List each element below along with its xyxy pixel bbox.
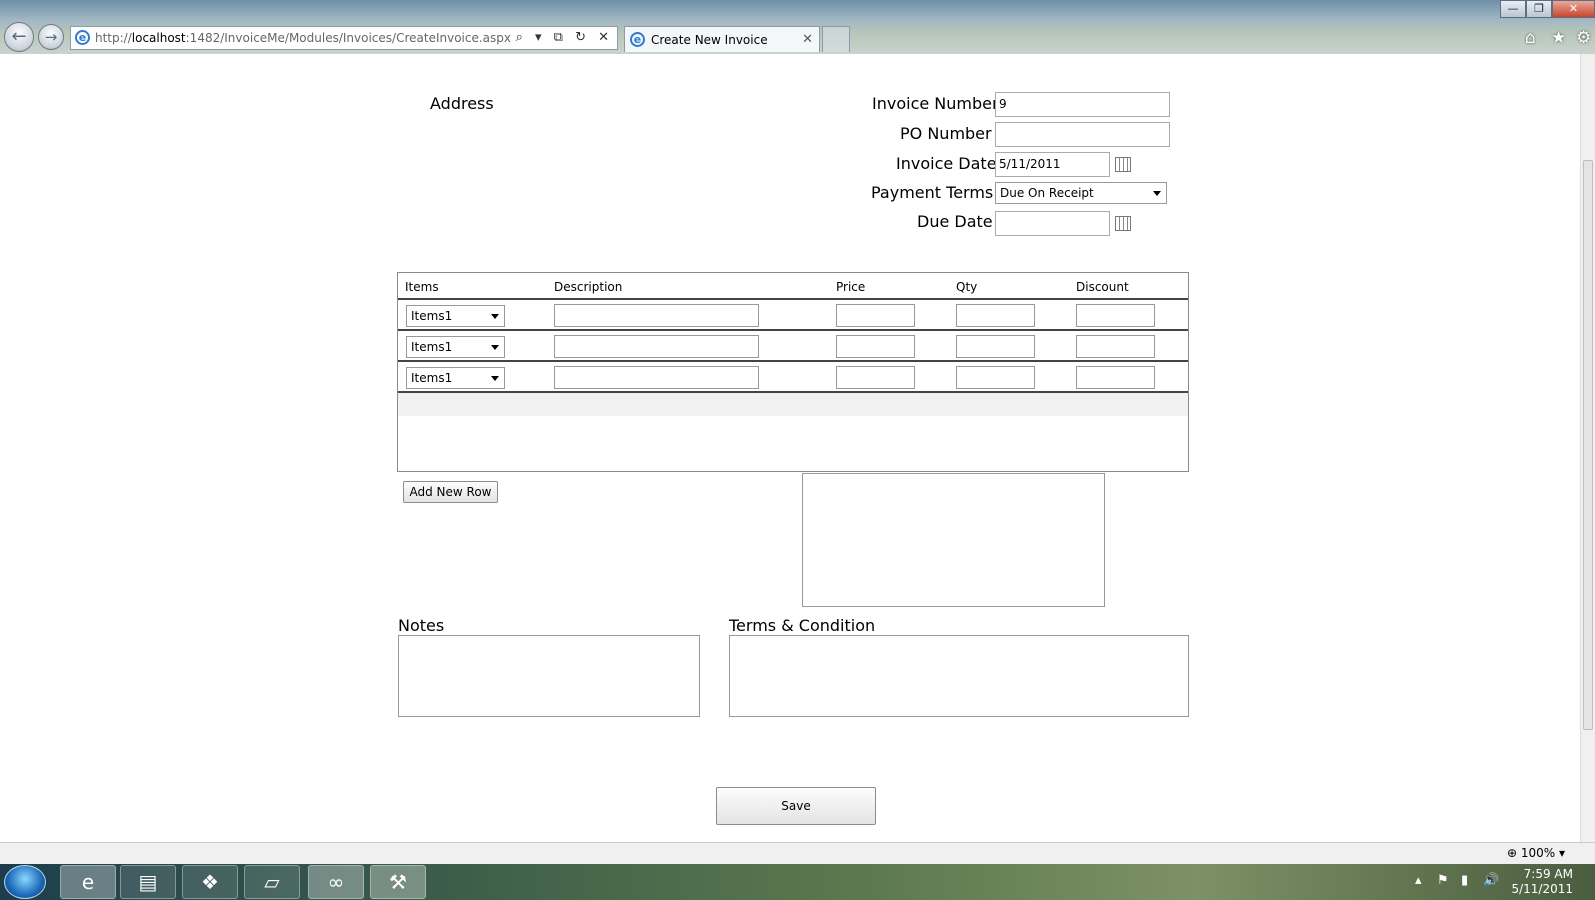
description-input[interactable] <box>554 366 759 389</box>
back-button[interactable]: ← <box>4 22 34 52</box>
chevron-down-icon <box>1153 191 1161 196</box>
discount-input[interactable] <box>1076 366 1155 389</box>
clock-time: 7:59 AM <box>1523 867 1573 881</box>
column-header-price: Price <box>836 280 866 294</box>
item-select-value: Items1 <box>411 371 453 385</box>
description-input[interactable] <box>554 304 759 327</box>
payment-terms-select[interactable]: Due On Receipt <box>995 182 1167 204</box>
po-number-input[interactable] <box>995 122 1170 147</box>
terms-label: Terms & Condition <box>729 616 876 635</box>
due-date-calendar-icon[interactable] <box>1115 216 1131 231</box>
column-header-discount: Discount <box>1076 280 1129 294</box>
ie-tab-icon: e <box>630 32 645 47</box>
item-select[interactable]: Items1 <box>406 336 505 358</box>
internet-explorer-icon[interactable]: e <box>60 865 116 899</box>
item-select[interactable]: Items1 <box>406 367 505 389</box>
save-button[interactable]: Save <box>716 787 876 825</box>
home-icon[interactable]: ⌂ <box>1525 28 1536 48</box>
invoice-number-label: Invoice Number <box>872 94 999 113</box>
column-header-items: Items <box>405 280 439 294</box>
ie-page-icon: e <box>75 30 90 45</box>
notes-label: Notes <box>398 616 445 635</box>
page-scrollbar[interactable] <box>1580 54 1595 842</box>
folder-icon[interactable]: ▤ <box>120 865 176 899</box>
payment-terms-label: Payment Terms <box>871 183 994 202</box>
column-header-qty: Qty <box>956 280 978 294</box>
address-tools-icons[interactable]: ⌕ ▾ ⧉ ↻ ✕ <box>516 27 613 49</box>
qty-input[interactable] <box>956 335 1035 358</box>
start-button[interactable] <box>4 865 46 899</box>
qty-input[interactable] <box>956 366 1035 389</box>
window-close-button[interactable]: ✕ <box>1552 0 1595 18</box>
description-input[interactable] <box>554 335 759 358</box>
item-select[interactable]: Items1 <box>406 305 505 327</box>
tools-gear-icon[interactable]: ⚙ <box>1576 28 1591 48</box>
totals-box <box>802 473 1105 607</box>
tab-close-icon[interactable]: ✕ <box>802 27 813 53</box>
tools-icon[interactable]: ⚒ <box>370 865 426 899</box>
invoice-date-label: Invoice Date <box>896 154 997 173</box>
grid-footer <box>398 393 1188 416</box>
discount-input[interactable] <box>1076 304 1155 327</box>
discount-input[interactable] <box>1076 335 1155 358</box>
page-content: Address Invoice Number 9 PO Number Invoi… <box>0 54 1580 842</box>
network-icon[interactable]: ▮ <box>1461 873 1468 888</box>
item-select-value: Items1 <box>411 340 453 354</box>
clock-date: 5/11/2011 <box>1511 882 1573 896</box>
notepad-icon[interactable]: ▱ <box>244 865 300 899</box>
tab-create-new-invoice[interactable]: e Create New Invoice ✕ <box>624 26 820 52</box>
po-number-label: PO Number <box>900 124 992 143</box>
favorites-icon[interactable]: ★ <box>1551 28 1566 48</box>
price-input[interactable] <box>836 366 915 389</box>
system-tray: ▴ ⚑ ▮ 🔊 7:59 AM 5/11/2011 <box>1395 864 1595 900</box>
zoom-icon: ⊕ <box>1506 846 1521 860</box>
scrollbar-thumb[interactable] <box>1583 160 1593 730</box>
grid-header: Items Description Price Qty Discount <box>398 273 1188 300</box>
windows-taskbar: e ▤ ❖ ▱ ∞ ⚒ ▴ ⚑ ▮ 🔊 7:59 AM 5/11/2011 <box>0 864 1595 900</box>
clock[interactable]: 7:59 AM 5/11/2011 <box>1511 867 1573 897</box>
dropbox-icon[interactable]: ❖ <box>182 865 238 899</box>
chevron-down-icon <box>491 376 499 381</box>
due-date-input[interactable] <box>995 211 1110 236</box>
add-new-row-button[interactable]: Add New Row <box>403 481 498 503</box>
line-items-grid: Items Description Price Qty Discount Ite… <box>397 272 1189 472</box>
status-bar: ⊕ 100% ▾ <box>0 842 1595 864</box>
price-input[interactable] <box>836 335 915 358</box>
address-bar[interactable]: e http://localhost:1482/InvoiceMe/Module… <box>70 26 618 50</box>
new-tab-button[interactable] <box>822 26 850 52</box>
table-row: Items1 <box>398 300 1188 331</box>
tab-title: Create New Invoice <box>651 33 768 47</box>
address-prefix: http:// <box>95 31 132 45</box>
zoom-level: 100% <box>1520 846 1556 860</box>
zoom-dropdown-icon[interactable]: ▾ <box>1559 846 1565 860</box>
invoice-date-calendar-icon[interactable] <box>1115 157 1131 172</box>
invoice-date-input[interactable]: 5/11/2011 <box>995 152 1110 177</box>
qty-input[interactable] <box>956 304 1035 327</box>
price-input[interactable] <box>836 304 915 327</box>
payment-terms-value: Due On Receipt <box>1000 186 1094 200</box>
table-row: Items1 <box>398 362 1188 393</box>
browser-chrome: ← → e http://localhost:1482/InvoiceMe/Mo… <box>0 0 1595 54</box>
table-row: Items1 <box>398 331 1188 362</box>
column-header-description: Description <box>554 280 623 294</box>
visual-studio-icon[interactable]: ∞ <box>308 865 364 899</box>
zoom-control[interactable]: ⊕ 100% ▾ <box>1507 846 1565 860</box>
forward-button[interactable]: → <box>38 24 64 50</box>
minimize-button[interactable]: — <box>1500 0 1526 18</box>
terms-textarea[interactable] <box>729 635 1189 717</box>
due-date-label: Due Date <box>917 212 993 231</box>
action-center-flag-icon[interactable]: ⚑ <box>1437 873 1449 888</box>
invoice-number-input[interactable]: 9 <box>995 92 1170 117</box>
address-label: Address <box>430 94 494 113</box>
chevron-down-icon <box>491 314 499 319</box>
chevron-down-icon <box>491 345 499 350</box>
show-hidden-icons-icon[interactable]: ▴ <box>1415 873 1422 888</box>
address-host: localhost <box>131 31 186 45</box>
address-path: :1482/InvoiceMe/Modules/Invoices/CreateI… <box>185 31 511 45</box>
maximize-button[interactable]: ❐ <box>1526 0 1552 18</box>
notes-textarea[interactable] <box>398 635 700 717</box>
item-select-value: Items1 <box>411 309 453 323</box>
volume-icon[interactable]: 🔊 <box>1483 873 1499 888</box>
